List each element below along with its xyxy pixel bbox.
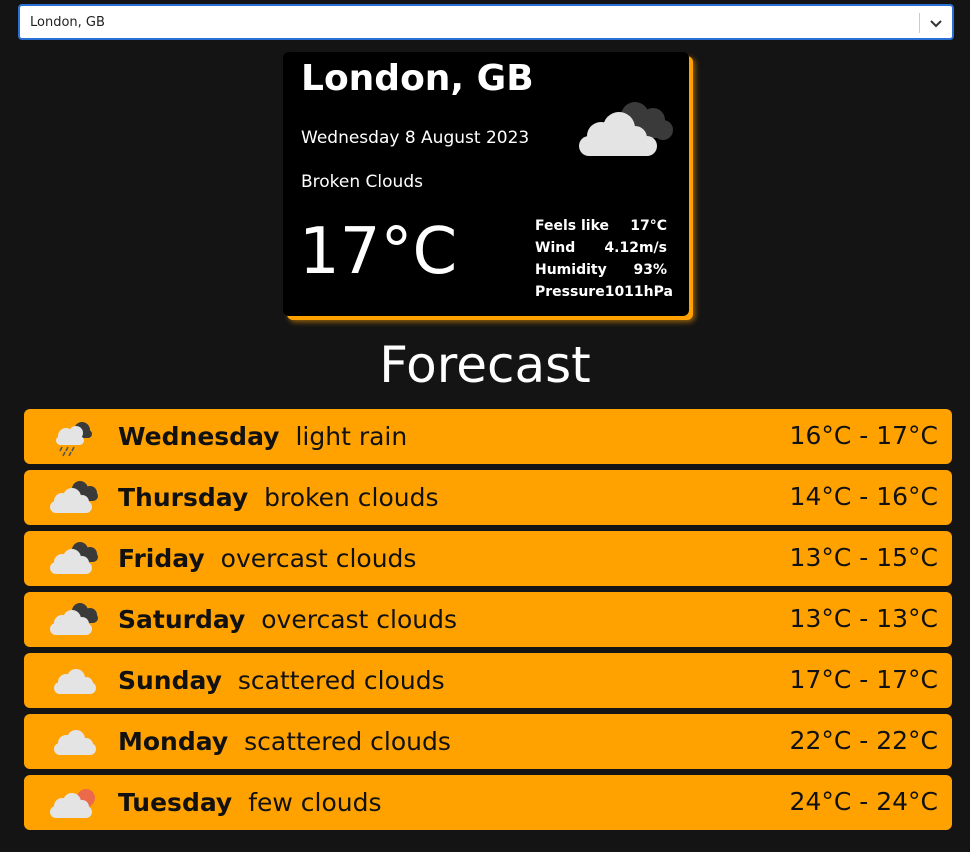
forecast-row[interactable]: Tuesday few clouds 24°C - 24°C <box>24 775 952 830</box>
forecast-description: broken clouds <box>264 483 439 512</box>
broken-clouds-icon <box>46 538 102 580</box>
city-title: London, GB <box>301 58 534 99</box>
forecast-description: overcast clouds <box>261 605 458 634</box>
few-clouds-icon <box>46 782 102 824</box>
forecast-description: scattered clouds <box>244 727 451 756</box>
detail-value: 93% <box>633 262 667 278</box>
forecast-row[interactable]: Monday scattered clouds 22°C - 22°C <box>24 714 952 769</box>
detail-pressure: Pressure 1011hPa <box>535 281 673 303</box>
forecast-day: Tuesday <box>118 788 233 817</box>
forecast-description: overcast clouds <box>220 544 417 573</box>
chevron-down-icon[interactable] <box>928 15 944 31</box>
forecast-day: Wednesday <box>118 422 280 451</box>
forecast-temp-range: 16°C - 17°C <box>789 421 938 450</box>
city-search-select[interactable]: London, GB <box>18 4 954 40</box>
forecast-description: few clouds <box>248 788 382 817</box>
forecast-heading: Forecast <box>379 336 591 394</box>
forecast-temp-range: 17°C - 17°C <box>789 665 938 694</box>
forecast-temp-range: 13°C - 15°C <box>789 543 938 572</box>
detail-feels-like: Feels like 17°C <box>535 215 667 237</box>
broken-clouds-icon <box>573 92 677 172</box>
forecast-description: scattered clouds <box>237 666 445 695</box>
detail-value: 17°C <box>630 218 667 234</box>
detail-humidity: Humidity 93% <box>535 259 667 281</box>
forecast-day: Sunday <box>118 666 222 695</box>
detail-label: Feels like <box>535 218 610 234</box>
detail-label: Wind <box>535 240 576 256</box>
forecast-temp-range: 24°C - 24°C <box>789 787 938 816</box>
detail-value: 4.12m/s <box>604 240 667 256</box>
forecast-row[interactable]: Thursday broken clouds 14°C - 16°C <box>24 470 952 525</box>
forecast-temp-range: 22°C - 22°C <box>789 726 938 755</box>
forecast-row[interactable]: Friday overcast clouds 13°C - 15°C <box>24 531 952 586</box>
forecast-description: light rain <box>295 422 408 451</box>
forecast-day: Saturday <box>118 605 246 634</box>
forecast-day: Monday <box>118 727 229 756</box>
forecast-row[interactable]: Wednesday light rain 16°C - 17°C <box>24 409 952 464</box>
detail-label: Pressure <box>535 284 605 300</box>
current-date: Wednesday 8 August 2023 <box>301 128 530 148</box>
detail-wind: Wind 4.12m/s <box>535 237 667 259</box>
current-temperature: 17°C <box>299 215 458 289</box>
current-description: Broken Clouds <box>301 172 423 192</box>
broken-clouds-icon <box>46 477 102 519</box>
broken-clouds-icon <box>46 599 102 641</box>
scattered-clouds-icon <box>46 660 102 702</box>
select-divider <box>919 13 920 33</box>
city-search-value[interactable]: London, GB <box>30 15 105 30</box>
forecast-temp-range: 14°C - 16°C <box>789 482 938 511</box>
forecast-row[interactable]: Sunday scattered clouds 17°C - 17°C <box>24 653 952 708</box>
forecast-day: Friday <box>118 544 205 573</box>
rain-icon <box>46 416 102 458</box>
forecast-row[interactable]: Saturday overcast clouds 13°C - 13°C <box>24 592 952 647</box>
forecast-list: Wednesday light rain 16°C - 17°C Thursda… <box>24 409 952 836</box>
detail-label: Humidity <box>535 262 607 278</box>
detail-value: 1011hPa <box>604 284 673 300</box>
current-weather-card: London, GB Wednesday 8 August 2023 Broke… <box>283 52 689 316</box>
forecast-day: Thursday <box>118 483 249 512</box>
weather-details: Feels like 17°C Wind 4.12m/s Humidity 93… <box>535 215 673 303</box>
forecast-temp-range: 13°C - 13°C <box>789 604 938 633</box>
scattered-clouds-icon <box>46 721 102 763</box>
